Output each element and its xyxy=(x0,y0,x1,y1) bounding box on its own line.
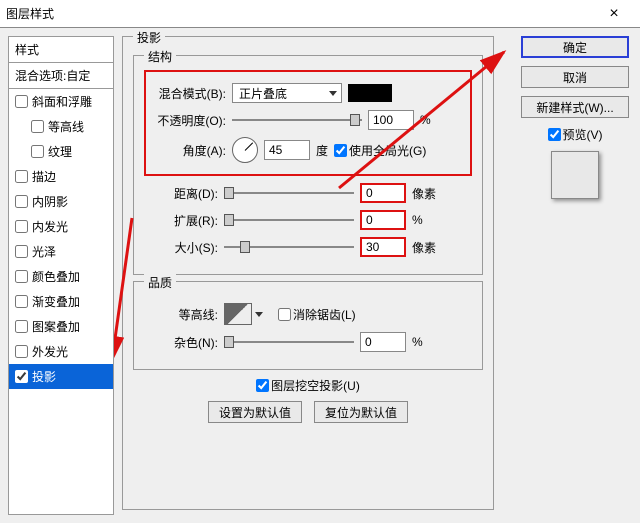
blend-mode-combo[interactable]: 正片叠底 xyxy=(232,83,342,103)
noise-slider[interactable] xyxy=(224,335,354,349)
structure-group: 结构 混合模式(B): 正片叠底 不透明度(O): % 角度(A): xyxy=(133,55,483,275)
sidebar-item-gradient-overlay[interactable]: 渐变叠加 xyxy=(9,289,113,314)
opacity-label: 不透明度(O): xyxy=(152,112,226,129)
spread-slider[interactable] xyxy=(224,213,354,227)
titlebar: 图层样式 × xyxy=(0,0,640,28)
sidebar-item-outer-glow[interactable]: 外发光 xyxy=(9,339,113,364)
drop-shadow-panel: 投影 结构 混合模式(B): 正片叠底 不透明度(O): % xyxy=(122,36,494,510)
noise-input[interactable] xyxy=(360,332,406,352)
ok-button[interactable]: 确定 xyxy=(521,36,629,58)
sidebar-item-pattern-overlay[interactable]: 图案叠加 xyxy=(9,314,113,339)
quality-group: 品质 等高线: 消除锯齿(L) 杂色(N): % xyxy=(133,281,483,370)
angle-label: 角度(A): xyxy=(152,142,226,159)
sidebar-item-color-overlay[interactable]: 颜色叠加 xyxy=(9,264,113,289)
sidebar-item-drop-shadow[interactable]: 投影 xyxy=(9,364,113,389)
sidebar-item-stroke[interactable]: 描边 xyxy=(9,164,113,189)
global-light-checkbox[interactable]: 使用全局光(G) xyxy=(334,142,426,159)
size-input[interactable] xyxy=(360,237,406,257)
contour-label: 等高线: xyxy=(144,306,218,323)
spread-input[interactable] xyxy=(360,210,406,230)
knockout-checkbox[interactable]: 图层挖空投影(U) xyxy=(256,377,360,394)
structure-title: 结构 xyxy=(144,48,176,65)
contour-picker[interactable] xyxy=(224,303,252,325)
highlighted-block-1: 混合模式(B): 正片叠底 不透明度(O): % 角度(A): xyxy=(144,70,472,176)
sidebar-item-bevel[interactable]: 斜面和浮雕 xyxy=(9,89,113,114)
blend-mode-label: 混合模式(B): xyxy=(152,85,226,102)
angle-input[interactable] xyxy=(264,140,310,160)
dialog-body: 样式 混合选项:自定 斜面和浮雕 等高线 纹理 描边 内阴影 内发光 光泽 颜色… xyxy=(0,28,640,523)
cancel-button[interactable]: 取消 xyxy=(521,66,629,88)
panel-title: 投影 xyxy=(133,29,165,46)
sidebar-item-inner-shadow[interactable]: 内阴影 xyxy=(9,189,113,214)
distance-slider[interactable] xyxy=(224,186,354,200)
angle-unit: 度 xyxy=(316,142,328,159)
opacity-slider[interactable] xyxy=(232,113,362,127)
preview-checkbox[interactable]: 预览(V) xyxy=(548,126,603,143)
spread-unit: % xyxy=(412,213,423,227)
opacity-input[interactable] xyxy=(368,110,414,130)
angle-dial[interactable] xyxy=(232,137,258,163)
preview-swatch xyxy=(551,151,599,199)
new-style-button[interactable]: 新建样式(W)... xyxy=(521,96,629,118)
size-label: 大小(S): xyxy=(144,239,218,256)
distance-input[interactable] xyxy=(360,183,406,203)
set-default-button[interactable]: 设置为默认值 xyxy=(208,401,302,423)
noise-label: 杂色(N): xyxy=(144,334,218,351)
spread-label: 扩展(R): xyxy=(144,212,218,229)
close-icon[interactable]: × xyxy=(594,0,634,28)
reset-default-button[interactable]: 复位为默认值 xyxy=(314,401,408,423)
distance-unit: 像素 xyxy=(412,185,436,202)
antialias-checkbox[interactable]: 消除锯齿(L) xyxy=(278,306,356,323)
quality-title: 品质 xyxy=(144,274,176,291)
sidebar-item-inner-glow[interactable]: 内发光 xyxy=(9,214,113,239)
window-title: 图层样式 xyxy=(6,5,594,22)
size-unit: 像素 xyxy=(412,239,436,256)
sidebar-header[interactable]: 样式 xyxy=(9,37,113,63)
sidebar-item-contour[interactable]: 等高线 xyxy=(9,114,113,139)
sidebar-item-satin[interactable]: 光泽 xyxy=(9,239,113,264)
distance-label: 距离(D): xyxy=(144,185,218,202)
shadow-color-swatch[interactable] xyxy=(348,84,392,102)
sidebar-blend-options[interactable]: 混合选项:自定 xyxy=(9,63,113,89)
right-column: 确定 取消 新建样式(W)... 预览(V) xyxy=(516,28,640,523)
opacity-unit: % xyxy=(420,113,431,127)
sidebar-item-texture[interactable]: 纹理 xyxy=(9,139,113,164)
noise-unit: % xyxy=(412,335,423,349)
size-slider[interactable] xyxy=(224,240,354,254)
styles-sidebar: 样式 混合选项:自定 斜面和浮雕 等高线 纹理 描边 内阴影 内发光 光泽 颜色… xyxy=(8,36,114,515)
